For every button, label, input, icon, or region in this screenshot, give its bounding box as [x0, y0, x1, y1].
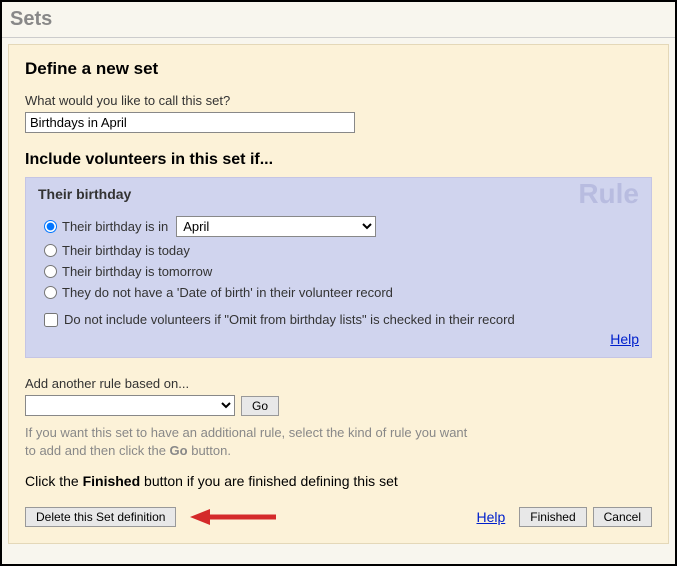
delete-set-button[interactable]: Delete this Set definition	[25, 507, 176, 527]
set-name-label: What would you like to call this set?	[25, 93, 652, 108]
include-heading: Include volunteers in this set if...	[25, 151, 652, 169]
hint-line2-suffix: button.	[188, 443, 231, 458]
rule-watermark: Rule	[578, 178, 639, 210]
add-rule-select[interactable]	[25, 395, 235, 416]
radio-no-dob-label: They do not have a 'Date of birth' in th…	[62, 285, 393, 300]
go-button[interactable]: Go	[241, 396, 279, 416]
omit-checkbox-label: Do not include volunteers if "Omit from …	[64, 312, 515, 327]
add-rule-hint: If you want this set to have an addition…	[25, 424, 565, 459]
month-select[interactable]: April	[176, 216, 376, 237]
radio-row-today: Their birthday is today	[44, 243, 639, 258]
hint-line2-bold: Go	[170, 443, 188, 458]
arrow-annotation	[188, 507, 278, 527]
radio-no-dob[interactable]	[44, 286, 57, 299]
page-title: Sets	[2, 2, 675, 38]
finish-instruction: Click the Finished button if you are fin…	[25, 473, 652, 489]
finished-button[interactable]: Finished	[519, 507, 586, 527]
radio-birthday-in-label: Their birthday is in	[62, 219, 168, 234]
finish-suffix: button if you are finished defining this…	[140, 473, 398, 489]
rule-title: Their birthday	[38, 186, 639, 202]
rule-help-row: Help	[38, 331, 639, 347]
finish-prefix: Click the	[25, 473, 83, 489]
radio-birthday-today[interactable]	[44, 244, 57, 257]
radio-row-tomorrow: Their birthday is tomorrow	[44, 264, 639, 279]
window-frame: Sets Define a new set What would you lik…	[0, 0, 677, 566]
finish-bold: Finished	[83, 473, 141, 489]
omit-checkbox-row: Do not include volunteers if "Omit from …	[44, 312, 639, 327]
set-name-input[interactable]	[25, 112, 355, 133]
rule-box: Rule Their birthday Their birthday is in…	[25, 177, 652, 358]
define-heading: Define a new set	[25, 59, 652, 79]
radio-row-birthday-in: Their birthday is in April	[44, 216, 639, 237]
add-rule-row: Go	[25, 395, 652, 416]
add-rule-label: Add another rule based on...	[25, 376, 652, 391]
radio-birthday-tomorrow-label: Their birthday is tomorrow	[62, 264, 212, 279]
rule-help-link[interactable]: Help	[610, 331, 639, 347]
radio-row-no-dob: They do not have a 'Date of birth' in th…	[44, 285, 639, 300]
hint-line2-prefix: to add and then click the	[25, 443, 170, 458]
radio-birthday-tomorrow[interactable]	[44, 265, 57, 278]
bottom-button-row: Delete this Set definition Help Finished…	[25, 507, 652, 527]
content-panel: Define a new set What would you like to …	[8, 44, 669, 544]
arrow-left-icon	[188, 507, 278, 527]
omit-checkbox[interactable]	[44, 313, 58, 327]
radio-birthday-today-label: Their birthday is today	[62, 243, 190, 258]
bottom-help-link[interactable]: Help	[476, 509, 505, 525]
hint-line1: If you want this set to have an addition…	[25, 425, 467, 440]
cancel-button[interactable]: Cancel	[593, 507, 652, 527]
radio-birthday-in[interactable]	[44, 220, 57, 233]
